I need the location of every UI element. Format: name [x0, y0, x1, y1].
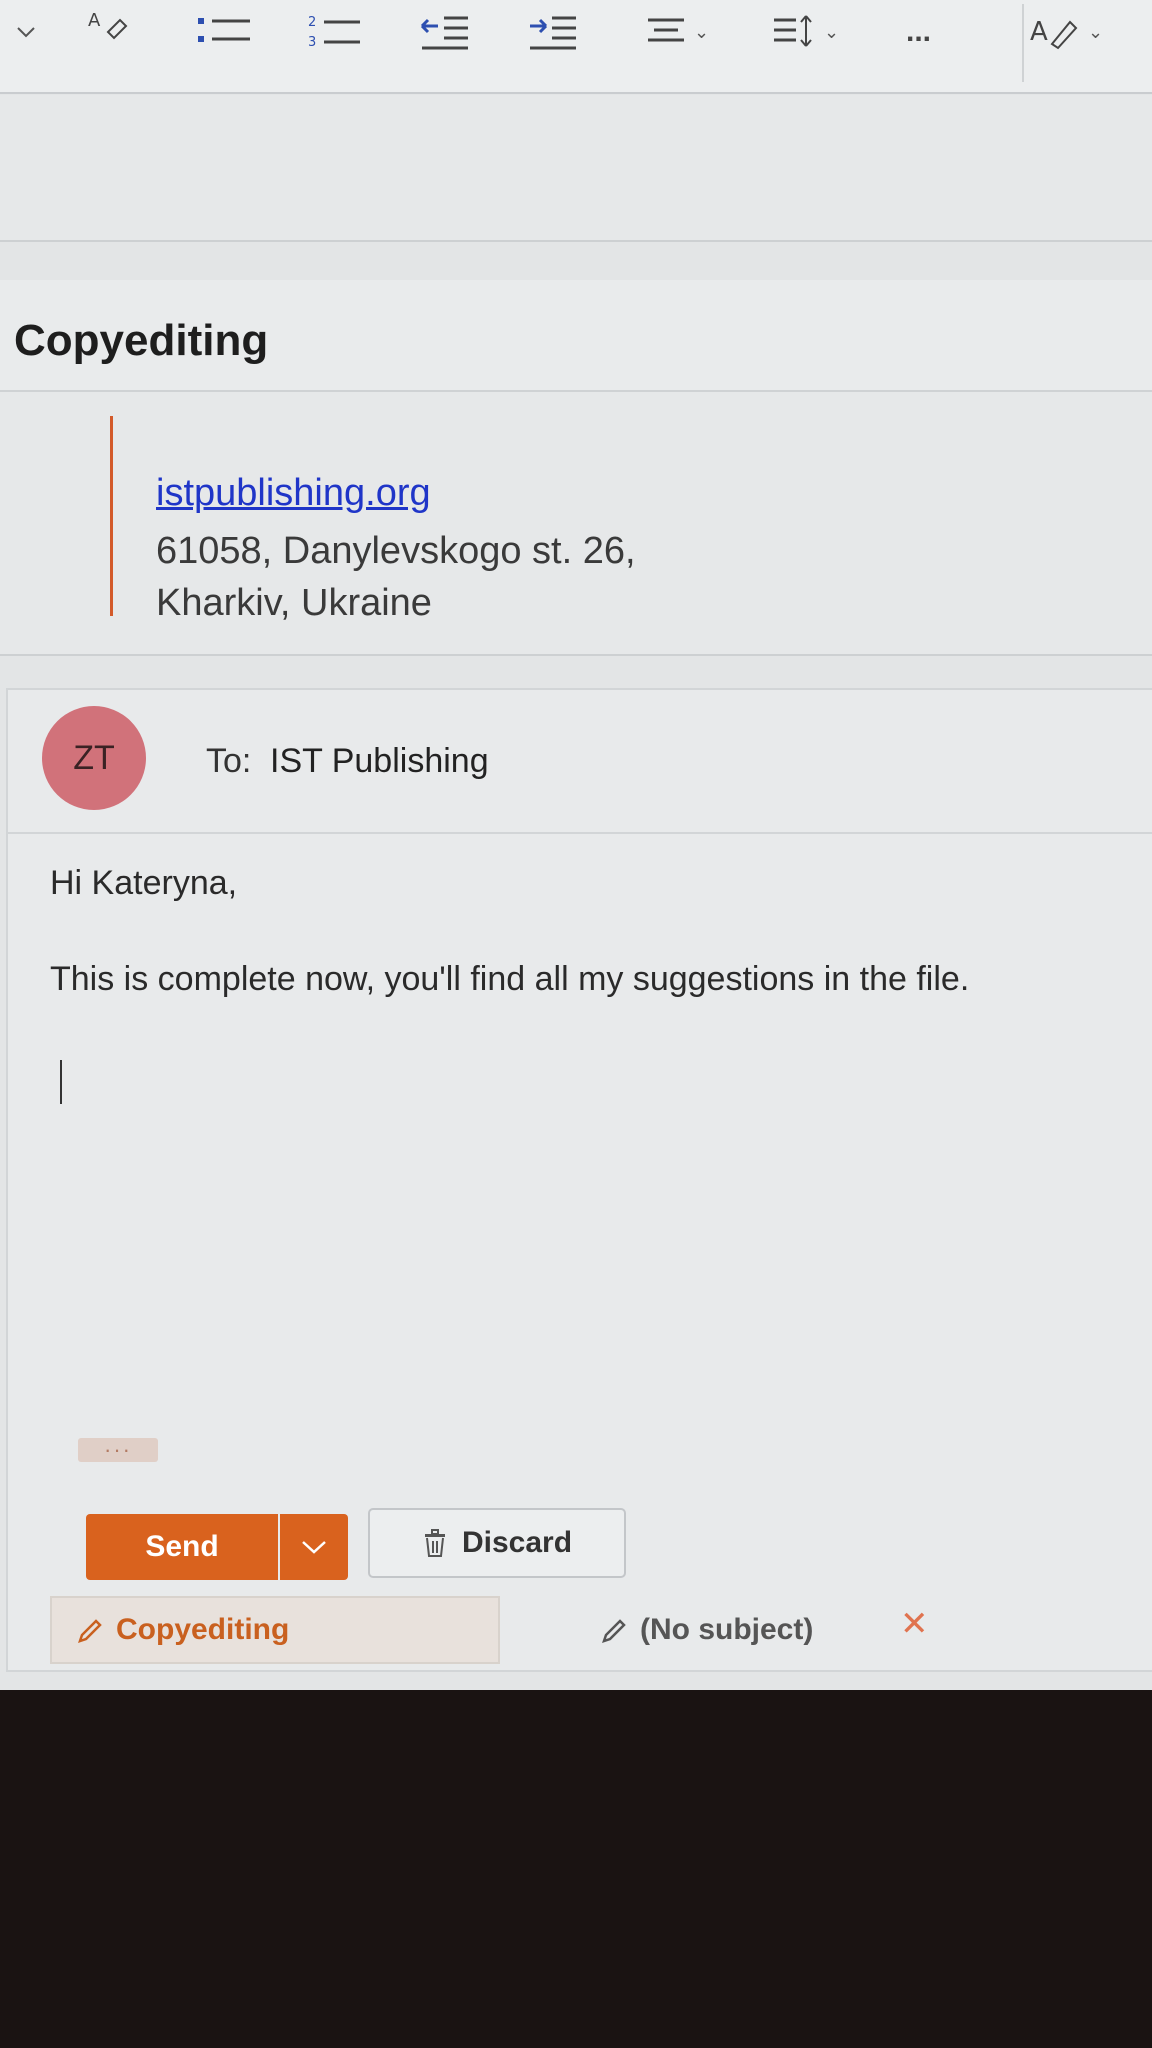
discard-label: Discard: [461, 1526, 573, 1559]
recipient-row: ZT To: IST Publishing: [8, 690, 1152, 834]
svg-text:A: A: [1030, 17, 1048, 47]
text-cursor: [60, 1060, 62, 1104]
quote-bar: [110, 416, 113, 616]
formatting-ribbon: A 23 ⌄ ⌄ ... A ⌄: [0, 0, 1152, 94]
align-dropdown-chevron-icon[interactable]: ⌄: [694, 22, 709, 43]
draft-tab-copyediting[interactable]: Copyediting: [50, 1596, 500, 1664]
to-recipient[interactable]: IST Publishing: [270, 742, 489, 781]
subject-title: Copyediting: [14, 316, 269, 365]
editor-dropdown-chevron-icon[interactable]: ⌄: [1088, 22, 1103, 43]
svg-text:A: A: [88, 10, 101, 31]
pencil-icon: [78, 1619, 102, 1643]
draft-tab-label: (No subject): [640, 1613, 814, 1646]
draft-tab-label: Copyediting: [116, 1613, 290, 1646]
more-options-icon[interactable]: ...: [906, 10, 931, 54]
svg-text:2: 2: [308, 15, 316, 30]
line-spacing-dropdown-chevron-icon[interactable]: ⌄: [824, 22, 839, 43]
quoted-signature: istpublishing.org 61058, Danylevskogo st…: [0, 392, 1152, 656]
align-icon[interactable]: ⌄: [646, 10, 709, 54]
pencil-icon: [602, 1619, 626, 1643]
trash-icon: [424, 1529, 445, 1557]
outlook-compose-window: A 23 ⌄ ⌄ ... A ⌄ Copyediting istpublishi…: [0, 0, 1152, 1690]
send-options-button[interactable]: [280, 1514, 348, 1580]
body-text[interactable]: This is complete now, you'll find all my…: [50, 960, 969, 999]
numbered-list-icon[interactable]: 23: [306, 10, 362, 54]
to-label: To:: [206, 742, 252, 780]
editor-icon[interactable]: A ⌄: [1030, 10, 1103, 54]
close-draft-icon[interactable]: ✕: [900, 1596, 929, 1652]
discard-button[interactable]: Discard: [368, 1508, 626, 1578]
decrease-indent-icon[interactable]: [418, 10, 470, 54]
ribbon-lower-area: [0, 95, 1152, 242]
subject-row: Copyediting: [0, 280, 1152, 392]
send-button[interactable]: Send: [86, 1514, 278, 1580]
address-line-1: 61058, Danylevskogo st. 26,: [156, 530, 636, 572]
website-link[interactable]: istpublishing.org: [156, 472, 431, 514]
draft-tab-no-subject[interactable]: (No subject): [550, 1596, 1070, 1664]
greeting-text[interactable]: Hi Kateryna,: [50, 864, 237, 903]
increase-indent-icon[interactable]: [526, 10, 578, 54]
address-line-2: Kharkiv, Ukraine: [156, 582, 432, 624]
format-painter-icon[interactable]: A: [86, 10, 134, 54]
avatar[interactable]: ZT: [42, 706, 146, 810]
ribbon-divider: [1022, 4, 1024, 82]
bullet-list-icon[interactable]: [196, 10, 252, 54]
reply-compose-card: ZT To: IST Publishing Hi Kateryna, This …: [6, 688, 1152, 1672]
show-trimmed-content-button[interactable]: ···: [78, 1437, 158, 1462]
chevron-down-icon: [302, 1541, 326, 1554]
draft-tabs: Copyediting (No subject) ✕: [50, 1596, 1150, 1666]
svg-text:3: 3: [308, 35, 316, 50]
line-spacing-icon[interactable]: ⌄: [772, 10, 839, 54]
ribbon-chevron-icon[interactable]: [14, 10, 38, 54]
